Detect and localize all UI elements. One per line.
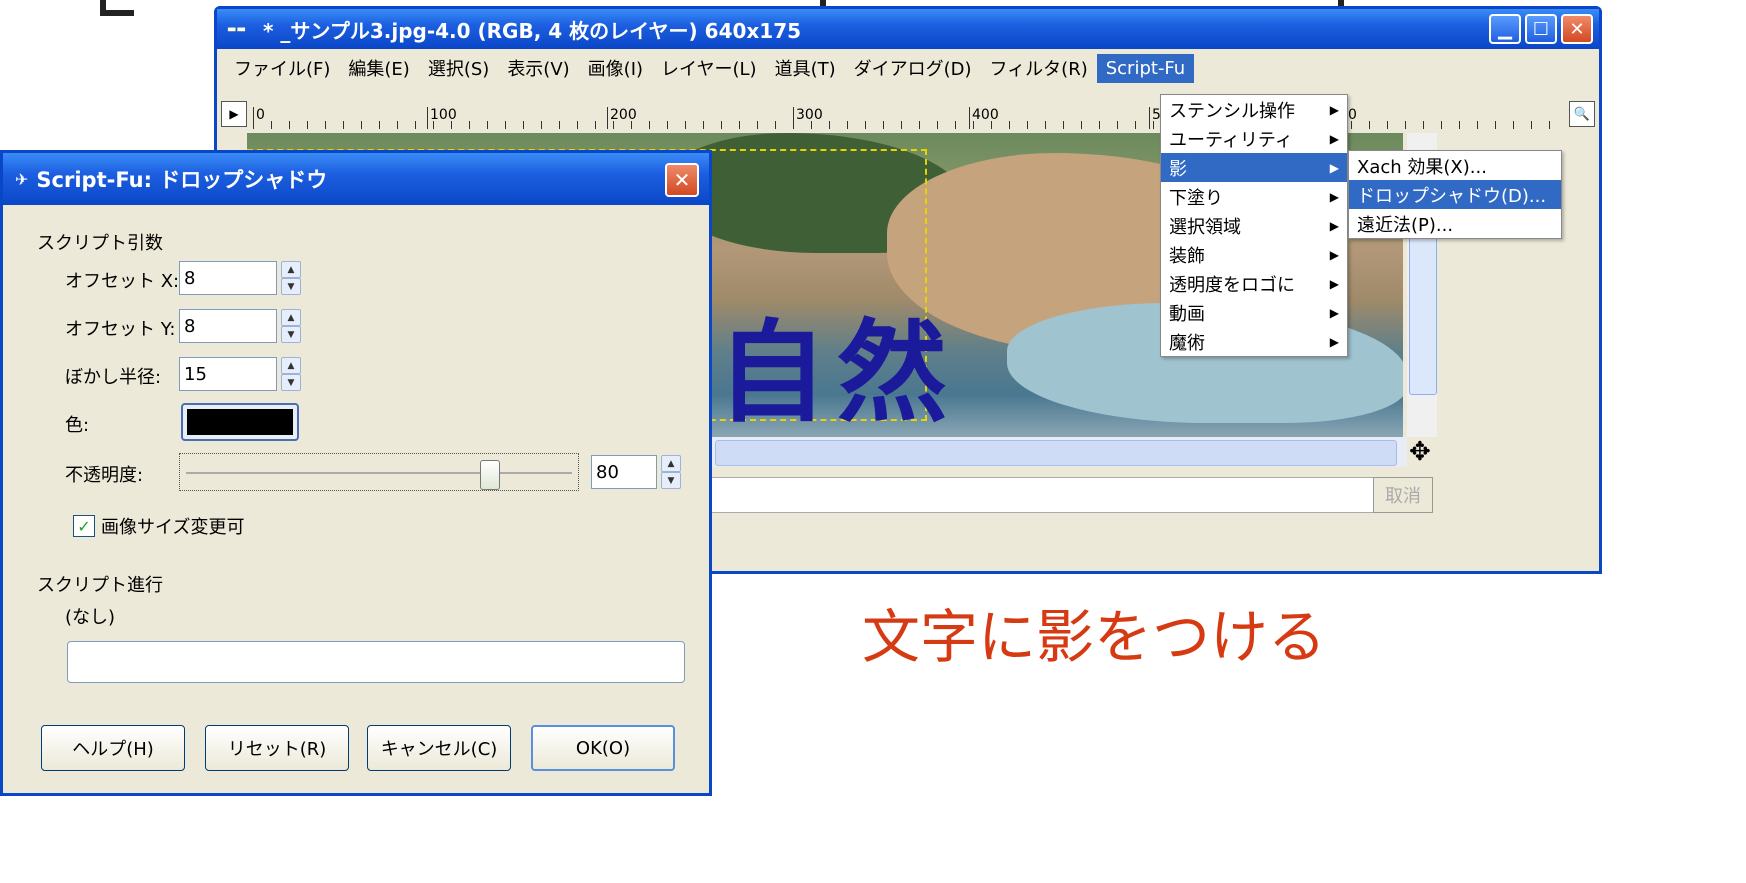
menu-item-stencil[interactable]: ステンシル操作 ▶ [1161,95,1347,124]
color-swatch [187,409,293,435]
submenu-arrow-icon: ▶ [1329,189,1339,204]
horizontal-scrollbar[interactable] [707,437,1407,467]
menu-item-shadow[interactable]: 影 ▶ [1161,153,1347,182]
spin-down-icon[interactable]: ▼ [661,472,681,489]
progress-status-text: (なし) [65,607,116,628]
offset-y-input[interactable]: 8 [179,309,277,343]
opacity-input[interactable]: 80 [591,455,657,489]
menubar: ファイル(F) 編集(E) 選択(S) 表示(V) 画像(I) レイヤー(L) … [217,51,1599,85]
menu-tools[interactable]: 道具(T) [766,51,845,85]
caption-text: 文字に影をつける [862,603,1327,671]
menu-item-drop-shadow[interactable]: ドロップシャドウ(D)... [1349,180,1561,209]
menu-item-utility[interactable]: ユーティリティ ▶ [1161,124,1347,153]
menu-filters[interactable]: フィルタ(R) [981,51,1097,85]
shadow-submenu: Xach 効果(X)... ドロップシャドウ(D)... 遠近法(P)... [1348,150,1562,239]
dialog-titlebar[interactable]: ✈ Script-Fu: ドロップシャドウ [3,153,709,205]
horizontal-scroll-thumb[interactable] [715,440,1397,466]
submenu-arrow-icon: ▶ [1329,102,1339,117]
menu-dialogs[interactable]: ダイアログ(D) [845,51,981,85]
menu-edit[interactable]: 編集(E) [339,51,418,85]
section-script-progress: スクリプト進行 [37,575,163,596]
menu-item-alpha-to-logo[interactable]: 透明度をロゴに ▶ [1161,269,1347,298]
menu-item-decor[interactable]: 装飾 ▶ [1161,240,1347,269]
status-bar [707,477,1399,513]
ruler-ticks: 0 100 200 300 400 5 0 [253,107,1563,129]
menu-item-render[interactable]: 下塗り ▶ [1161,182,1347,211]
spin-down-icon[interactable]: ▼ [281,278,301,295]
canvas-text: 自然 [717,308,957,437]
dialog-title: Script-Fu: ドロップシャドウ [36,168,328,192]
submenu-arrow-icon: ▶ [1329,247,1339,262]
ruler-label: 400 [969,107,999,129]
offset-x-spinner: 8 ▲ ▼ [179,259,301,297]
submenu-arrow-icon: ▶ [1329,276,1339,291]
menu-image[interactable]: 画像(I) [579,51,652,85]
offset-x-input[interactable]: 8 [179,261,277,295]
spin-up-icon[interactable]: ▲ [661,455,681,472]
slider-track [186,472,572,474]
gimp-dialog-icon: ✈ [15,169,29,189]
zoom-icon[interactable]: 🔍 [1569,101,1595,127]
dialog-close-button[interactable]: ✕ [665,163,699,197]
spin-up-icon[interactable]: ▲ [281,309,301,326]
color-label: 色: [65,415,90,436]
image-window-titlebar[interactable]: ▬▬ * _サンプル3.jpg-4.0 (RGB, 4 枚のレイヤー) 640x… [217,9,1599,49]
minimize-button[interactable]: ▁ [1489,14,1521,44]
submenu-arrow-icon: ▶ [1329,131,1339,146]
ruler-label: 200 [607,107,637,129]
submenu-arrow-icon: ▶ [1329,160,1339,175]
blur-radius-input[interactable]: 15 [179,357,277,391]
offset-x-label: オフセット X: [65,271,180,292]
bracket-mark [100,0,134,16]
resize-checkbox[interactable]: ✓ [73,515,95,537]
nav-menu-icon[interactable]: ▶ [221,101,247,127]
menu-item-animation[interactable]: 動画 ▶ [1161,298,1347,327]
color-button[interactable] [181,403,299,441]
spin-up-icon[interactable]: ▲ [281,357,301,374]
menu-view[interactable]: 表示(V) [498,51,578,85]
spin-down-icon[interactable]: ▼ [281,374,301,391]
help-button[interactable]: ヘルプ(H) [41,725,185,771]
opacity-spinner: 80 ▲ ▼ [591,453,681,491]
offset-y-spinner: 8 ▲ ▼ [179,307,301,345]
script-progress-bar [67,641,685,683]
menu-select[interactable]: 選択(S) [419,51,498,85]
opacity-slider[interactable] [179,453,579,491]
spin-up-icon[interactable]: ▲ [281,261,301,278]
submenu-arrow-icon: ▶ [1329,218,1339,233]
ruler-label: 300 [793,107,823,129]
spin-down-icon[interactable]: ▼ [281,326,301,343]
blur-radius-spinner: 15 ▲ ▼ [179,355,301,393]
menu-item-xach-effect[interactable]: Xach 効果(X)... [1349,151,1561,180]
navigate-icon[interactable]: ✥ [1409,437,1431,467]
drop-shadow-dialog: ✈ Script-Fu: ドロップシャドウ ✕ スクリプト引数 オフセット X:… [0,150,712,796]
close-button[interactable]: ✕ [1561,14,1593,44]
opacity-label: 不透明度: [65,465,144,486]
horizontal-ruler: ▶ 0 100 200 300 400 5 0 🔍 [217,99,1599,129]
ruler-label: 100 [427,107,457,129]
ok-button[interactable]: OK(O) [531,725,675,771]
menu-item-magic[interactable]: 魔術 ▶ [1161,327,1347,356]
status-cancel-button[interactable]: 取消 [1373,477,1433,513]
maximize-button[interactable]: ☐ [1525,14,1557,44]
blur-radius-label: ぼかし半径: [65,367,162,388]
menu-item-selection[interactable]: 選択領域 ▶ [1161,211,1347,240]
menu-file[interactable]: ファイル(F) [225,51,339,85]
section-script-args: スクリプト引数 [37,233,163,254]
menu-script-fu[interactable]: Script-Fu [1096,53,1195,83]
reset-button[interactable]: リセット(R) [205,725,349,771]
menu-item-perspective[interactable]: 遠近法(P)... [1349,209,1561,238]
menu-layer[interactable]: レイヤー(L) [652,51,766,85]
slider-thumb[interactable] [480,460,501,490]
offset-y-label: オフセット Y: [65,319,176,340]
script-fu-menu: ステンシル操作 ▶ ユーティリティ ▶ 影 ▶ 下塗り ▶ 選択領域 ▶ 装飾 ▶ 透明度を… [1160,94,1348,357]
cancel-button[interactable]: キャンセル(C) [367,725,511,771]
gimp-app-icon: ▬▬ [227,24,246,35]
submenu-arrow-icon: ▶ [1329,334,1339,349]
ruler-label: 0 [253,107,265,129]
resize-label: 画像サイズ変更可 [101,517,245,538]
submenu-arrow-icon: ▶ [1329,305,1339,320]
image-window-title: * _サンプル3.jpg-4.0 (RGB, 4 枚のレイヤー) 640x175 [263,18,802,43]
